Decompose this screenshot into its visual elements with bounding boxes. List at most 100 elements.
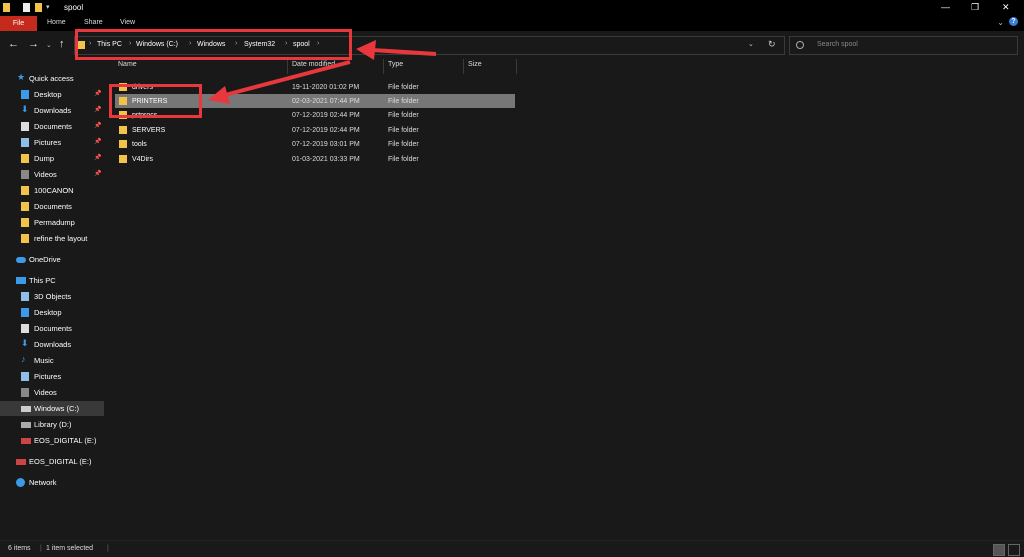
sidebar-item-label: Videos bbox=[34, 388, 57, 397]
sidebar-item-label: Documents bbox=[34, 324, 72, 333]
file-type: File folder bbox=[388, 156, 419, 163]
folder-icon bbox=[119, 126, 127, 134]
folder-icon bbox=[21, 186, 29, 195]
file-row-v4dirs[interactable]: V4Dirs 01-03-2021 03:33 PM File folder bbox=[115, 152, 515, 166]
file-date: 01-03-2021 03:33 PM bbox=[292, 156, 360, 163]
sidebar-item-eos-digital-drive[interactable]: EOS_DIGITAL (E:) bbox=[0, 454, 104, 469]
file-date: 07-12-2019 02:44 PM bbox=[292, 127, 360, 134]
folder-icon bbox=[21, 202, 29, 211]
sidebar-item-3d-objects[interactable]: 3D Objects bbox=[0, 289, 104, 304]
downloads-icon: ⬇ bbox=[21, 338, 29, 348]
sidebar-item-label: Desktop bbox=[34, 308, 62, 317]
column-header-type[interactable]: Type bbox=[388, 61, 403, 74]
expand-ribbon-icon[interactable]: ⌄ bbox=[997, 18, 1004, 27]
cloud-icon bbox=[16, 257, 26, 263]
tab-share[interactable]: Share bbox=[84, 19, 103, 26]
minimize-button[interactable]: — bbox=[941, 2, 950, 12]
maximize-button[interactable]: ❐ bbox=[971, 2, 979, 13]
pin-icon: 📌 bbox=[94, 91, 102, 97]
folder-icon bbox=[21, 154, 29, 163]
sidebar-item-pc-downloads[interactable]: ⬇ Downloads bbox=[0, 337, 104, 352]
sidebar-item-label: Documents bbox=[34, 202, 72, 211]
navigation-pane: ★ Quick access Desktop 📌 ⬇ Downloads 📌 D… bbox=[0, 65, 104, 539]
up-button[interactable]: ↑ bbox=[59, 38, 65, 50]
item-count: 6 items bbox=[8, 545, 31, 552]
sidebar-item-documents[interactable]: Documents 📌 bbox=[0, 119, 104, 134]
pin-icon: 📌 bbox=[94, 171, 102, 177]
column-header-date-modified[interactable]: Date modified bbox=[292, 61, 335, 74]
tab-file[interactable]: File bbox=[0, 16, 37, 31]
column-divider[interactable] bbox=[516, 59, 517, 74]
sidebar-item-onedrive[interactable]: OneDrive bbox=[0, 252, 104, 267]
sidebar-item-label: Network bbox=[29, 478, 57, 487]
sidebar-item-downloads[interactable]: ⬇ Downloads 📌 bbox=[0, 103, 104, 118]
file-type: File folder bbox=[388, 98, 419, 105]
sidebar-item-windows-c[interactable]: Windows (C:) bbox=[0, 401, 104, 416]
column-divider[interactable] bbox=[463, 59, 464, 74]
sidebar-item-refine-the-layout[interactable]: refine the layout bbox=[0, 231, 104, 246]
folder-icon bbox=[3, 3, 10, 12]
folder-icon bbox=[119, 155, 127, 163]
sidebar-item-desktop[interactable]: Desktop 📌 bbox=[0, 87, 104, 102]
help-icon[interactable]: ? bbox=[1009, 17, 1018, 26]
sidebar-item-quick-access[interactable]: ★ Quick access bbox=[0, 71, 104, 86]
sidebar-item-pc-pictures[interactable]: Pictures bbox=[0, 369, 104, 384]
search-box[interactable]: Search spool bbox=[789, 36, 1018, 55]
back-button[interactable]: ← bbox=[8, 38, 19, 50]
status-divider: | bbox=[40, 545, 42, 552]
column-divider[interactable] bbox=[383, 59, 384, 74]
sidebar-item-label: Documents bbox=[34, 122, 72, 131]
new-folder-icon[interactable] bbox=[35, 3, 42, 12]
address-dropdown-icon[interactable]: ⌄ bbox=[748, 40, 754, 48]
folder-icon bbox=[119, 140, 127, 148]
sidebar-item-pc-desktop[interactable]: Desktop bbox=[0, 305, 104, 320]
sidebar-item-permadump[interactable]: Permadump bbox=[0, 215, 104, 230]
downloads-icon: ⬇ bbox=[21, 104, 29, 114]
sidebar-item-label: EOS_DIGITAL (E:) bbox=[34, 436, 97, 445]
column-header-name[interactable]: Name bbox=[118, 61, 137, 74]
file-row-tools[interactable]: tools 07-12-2019 03:01 PM File folder bbox=[115, 137, 515, 151]
sidebar-item-library-d[interactable]: Library (D:) bbox=[0, 417, 104, 432]
close-button[interactable]: ✕ bbox=[1002, 2, 1010, 13]
tab-home[interactable]: Home bbox=[47, 19, 66, 26]
sidebar-item-documents-folder[interactable]: Documents bbox=[0, 199, 104, 214]
properties-icon[interactable] bbox=[23, 3, 30, 12]
sidebar-item-eos-digital-e[interactable]: EOS_DIGITAL (E:) bbox=[0, 433, 104, 448]
recent-locations-icon[interactable]: ⌄ bbox=[46, 41, 52, 49]
sidebar-item-this-pc[interactable]: This PC bbox=[0, 273, 104, 288]
folder-icon bbox=[21, 234, 29, 243]
sidebar-item-label: EOS_DIGITAL (E:) bbox=[29, 457, 92, 466]
sidebar-item-network[interactable]: Network bbox=[0, 475, 104, 490]
sidebar-item-pc-documents[interactable]: Documents bbox=[0, 321, 104, 336]
search-icon bbox=[796, 41, 804, 49]
removable-drive-icon bbox=[21, 438, 31, 444]
refresh-icon[interactable]: ↻ bbox=[768, 39, 776, 50]
file-row-servers[interactable]: SERVERS 07-12-2019 02:44 PM File folder bbox=[115, 123, 515, 137]
sidebar-item-label: Videos bbox=[34, 170, 57, 179]
customize-quick-access-icon[interactable]: ▾ bbox=[46, 3, 52, 12]
sidebar-item-music[interactable]: ♪ Music bbox=[0, 353, 104, 368]
sidebar-item-label: refine the layout bbox=[34, 234, 88, 243]
network-icon bbox=[16, 478, 25, 487]
drive-icon bbox=[21, 406, 31, 412]
sidebar-item-videos[interactable]: Videos 📌 bbox=[0, 167, 104, 182]
tab-view[interactable]: View bbox=[120, 19, 135, 26]
sidebar-item-pc-videos[interactable]: Videos bbox=[0, 385, 104, 400]
file-name: tools bbox=[132, 141, 147, 148]
file-date: 07-12-2019 03:01 PM bbox=[292, 141, 360, 148]
videos-icon bbox=[21, 388, 29, 397]
column-divider[interactable] bbox=[287, 59, 288, 74]
title-bar: ▾ spool — ❐ ✕ bbox=[0, 0, 1024, 16]
sidebar-item-100canon[interactable]: 100CANON bbox=[0, 183, 104, 198]
selected-count: 1 item selected bbox=[46, 545, 94, 552]
forward-button[interactable]: → bbox=[28, 38, 39, 50]
sidebar-item-dump[interactable]: Dump 📌 bbox=[0, 151, 104, 166]
file-name: V4Dirs bbox=[132, 156, 154, 163]
folder-icon bbox=[21, 218, 29, 227]
removable-drive-icon bbox=[16, 459, 26, 465]
column-header-size[interactable]: Size bbox=[468, 61, 482, 74]
details-view-button[interactable] bbox=[993, 544, 1005, 556]
cube-icon bbox=[21, 292, 29, 301]
large-icons-view-button[interactable] bbox=[1008, 544, 1020, 556]
sidebar-item-pictures[interactable]: Pictures 📌 bbox=[0, 135, 104, 150]
